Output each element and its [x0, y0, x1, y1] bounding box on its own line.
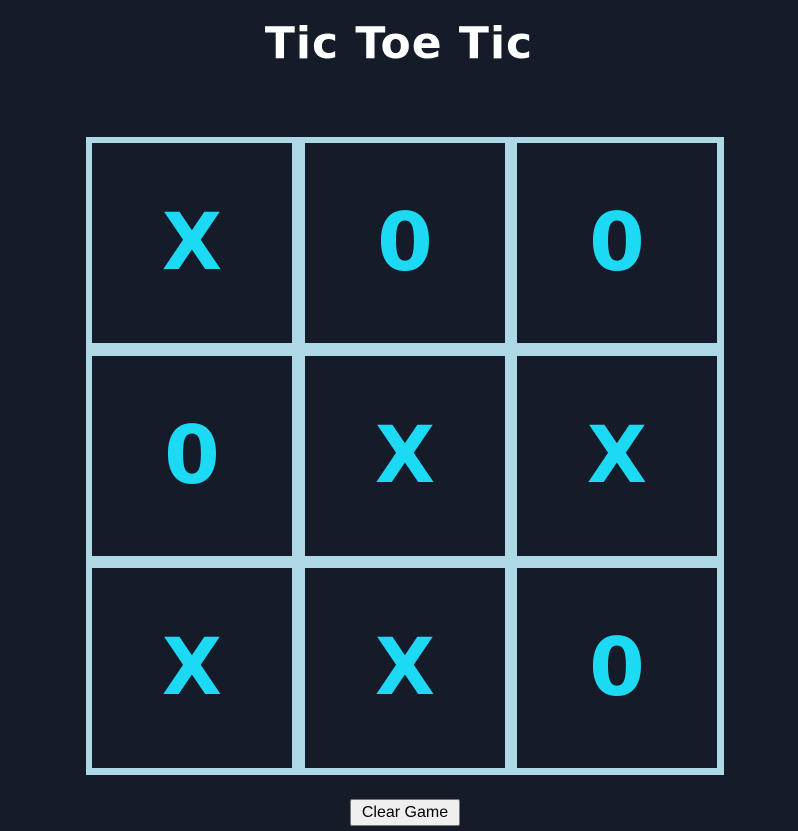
cell-mark: 0 — [589, 621, 645, 714]
board-cell[interactable]: 0 — [517, 143, 717, 343]
board-cell[interactable]: X — [305, 568, 505, 768]
cell-mark: 0 — [589, 196, 645, 289]
board-cell[interactable]: X — [92, 143, 292, 343]
cell-mark: X — [374, 623, 436, 713]
board-cell[interactable]: 0 — [305, 143, 505, 343]
board-cell[interactable]: 0 — [517, 568, 717, 768]
cell-mark: X — [161, 198, 223, 288]
game-board: X 0 0 0 X X X X 0 — [86, 137, 724, 775]
cell-mark: X — [161, 623, 223, 713]
clear-game-button[interactable]: Clear Game — [350, 799, 460, 826]
cell-mark: 0 — [164, 409, 220, 502]
board-cell[interactable]: X — [92, 568, 292, 768]
cell-mark: X — [374, 411, 436, 501]
cell-mark: X — [586, 411, 648, 501]
cell-mark: 0 — [377, 196, 433, 289]
page-title: Tic Toe Tic — [264, 18, 534, 69]
board-cell[interactable]: 0 — [92, 356, 292, 556]
board-cell[interactable]: X — [517, 356, 717, 556]
board-cell[interactable]: X — [305, 356, 505, 556]
